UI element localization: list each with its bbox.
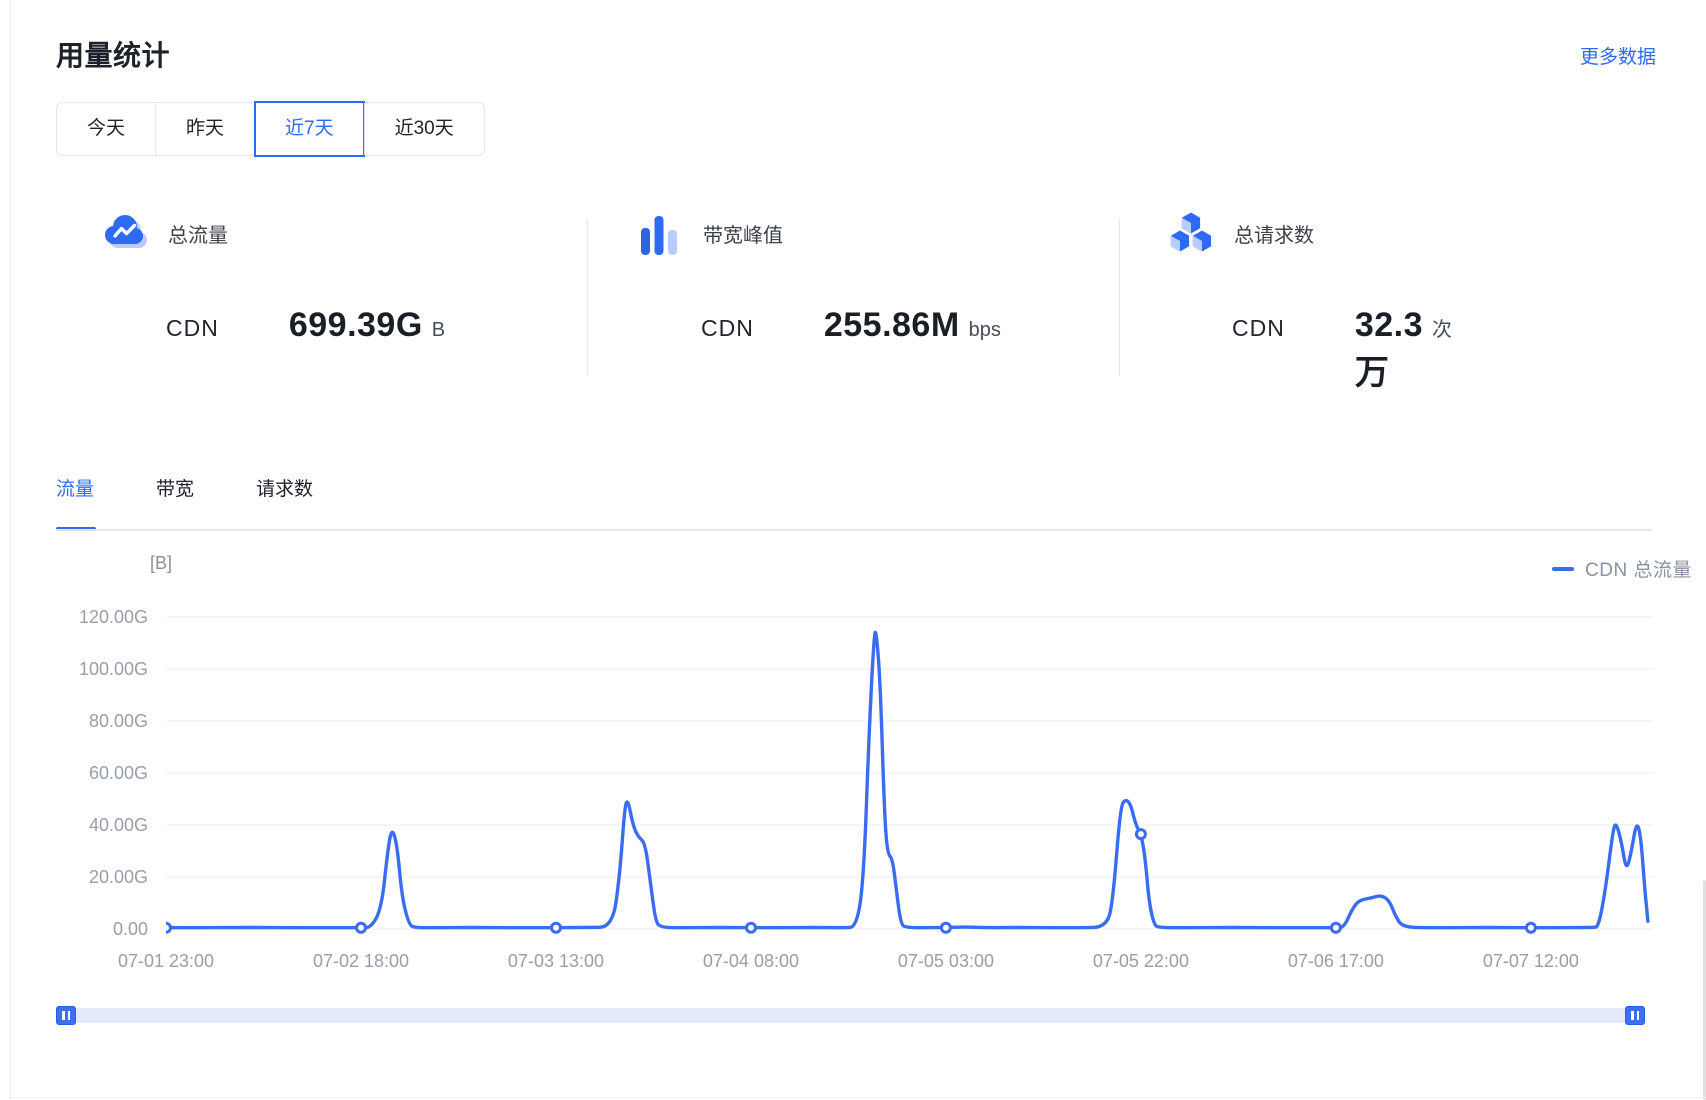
more-data-link[interactable]: 更多数据	[1580, 42, 1656, 69]
x-axis-tick-label: 07-06 17:00	[1251, 951, 1421, 972]
page-title: 用量统计	[56, 34, 170, 74]
stat-unit: B	[432, 319, 445, 342]
stat-value: 255.86M	[824, 306, 960, 345]
y-axis-tick-label: 100.00G	[0, 658, 148, 680]
datazoom-left-handle[interactable]	[56, 1006, 76, 1025]
data-point-marker[interactable]	[166, 923, 171, 932]
data-point-marker[interactable]	[747, 923, 756, 932]
stat-value: 699.39G	[289, 306, 423, 345]
stat-card-total-traffic: 总流量 CDN 699.39G B	[102, 210, 228, 370]
usage-stats-panel: 用量统计 更多数据 今天 昨天 近7天 近30天 总流量	[0, 0, 1706, 1100]
date-range-button-group: 今天 昨天 近7天 近30天	[56, 102, 485, 156]
x-axis-tick-label: 07-05 22:00	[1056, 951, 1226, 972]
stat-label: 总请求数	[1234, 219, 1314, 248]
stat-product-name: CDN	[701, 315, 754, 342]
x-axis-tick-label: 07-03 13:00	[471, 951, 641, 972]
tab-requests[interactable]: 请求数	[256, 474, 313, 501]
x-axis-tick-label: 07-04 08:00	[666, 951, 836, 972]
stat-card-header: 总请求数	[1168, 210, 1314, 256]
datazoom-right-handle[interactable]	[1625, 1006, 1645, 1025]
data-point-marker[interactable]	[1526, 923, 1535, 932]
stat-value-row: CDN 699.39G B	[166, 306, 445, 345]
stat-divider	[587, 218, 588, 376]
stat-unit: 次	[1432, 313, 1452, 342]
stat-value: 32.3万	[1355, 306, 1423, 394]
tab-bandwidth[interactable]: 带宽	[156, 474, 194, 501]
data-point-marker[interactable]	[1136, 830, 1145, 839]
traffic-line-chart[interactable]	[166, 560, 1652, 940]
traffic-series-line[interactable]	[166, 632, 1648, 927]
data-point-marker[interactable]	[357, 923, 366, 932]
stat-value-row: CDN 32.3万 次	[1232, 306, 1452, 394]
requests-cubes-icon	[1168, 211, 1214, 255]
stat-product-name: CDN	[1232, 315, 1285, 342]
bandwidth-bars-icon	[637, 211, 683, 255]
range-tab-yesterday[interactable]: 昨天	[155, 103, 254, 155]
x-axis-tick-label: 07-05 03:00	[861, 951, 1031, 972]
stat-unit: bps	[969, 319, 1001, 342]
data-point-marker[interactable]	[941, 923, 950, 932]
y-axis-tick-label: 120.00G	[0, 606, 148, 628]
stat-product-name: CDN	[166, 315, 219, 342]
x-axis-tick-label: 07-07 12:00	[1446, 951, 1616, 972]
range-tab-today[interactable]: 今天	[57, 103, 155, 155]
stat-value-row: CDN 255.86M bps	[701, 306, 1001, 345]
y-axis-tick-label: 20.00G	[0, 866, 148, 888]
tabs-underline-track	[56, 529, 1652, 531]
stat-label: 总流量	[168, 219, 228, 248]
stat-divider	[1119, 218, 1120, 376]
tab-traffic[interactable]: 流量	[56, 474, 94, 501]
y-axis-tick-label: 60.00G	[0, 762, 148, 784]
stat-label: 带宽峰值	[703, 219, 783, 248]
stat-card-header: 总流量	[102, 210, 228, 256]
range-tab-last-7-days[interactable]: 近7天	[254, 103, 364, 155]
panel-bottom-border	[11, 1097, 1706, 1098]
stat-card-peak-bandwidth: 带宽峰值 CDN 255.86M bps	[637, 210, 783, 370]
y-axis-tick-label: 80.00G	[0, 710, 148, 732]
x-axis-tick-label: 07-02 18:00	[276, 951, 446, 972]
stat-card-total-requests: 总请求数 CDN 32.3万 次	[1168, 210, 1314, 370]
y-axis-tick-label: 40.00G	[0, 814, 148, 836]
cloud-traffic-icon	[102, 211, 148, 255]
y-axis-tick-label: 0.00	[0, 918, 148, 940]
stat-card-header: 带宽峰值	[637, 210, 783, 256]
data-point-marker[interactable]	[552, 923, 561, 932]
datazoom-track[interactable]	[56, 1008, 1645, 1023]
x-axis-tick-label: 07-01 23:00	[81, 951, 251, 972]
range-tab-last-30-days[interactable]: 近30天	[364, 103, 484, 155]
data-point-marker[interactable]	[1331, 923, 1340, 932]
